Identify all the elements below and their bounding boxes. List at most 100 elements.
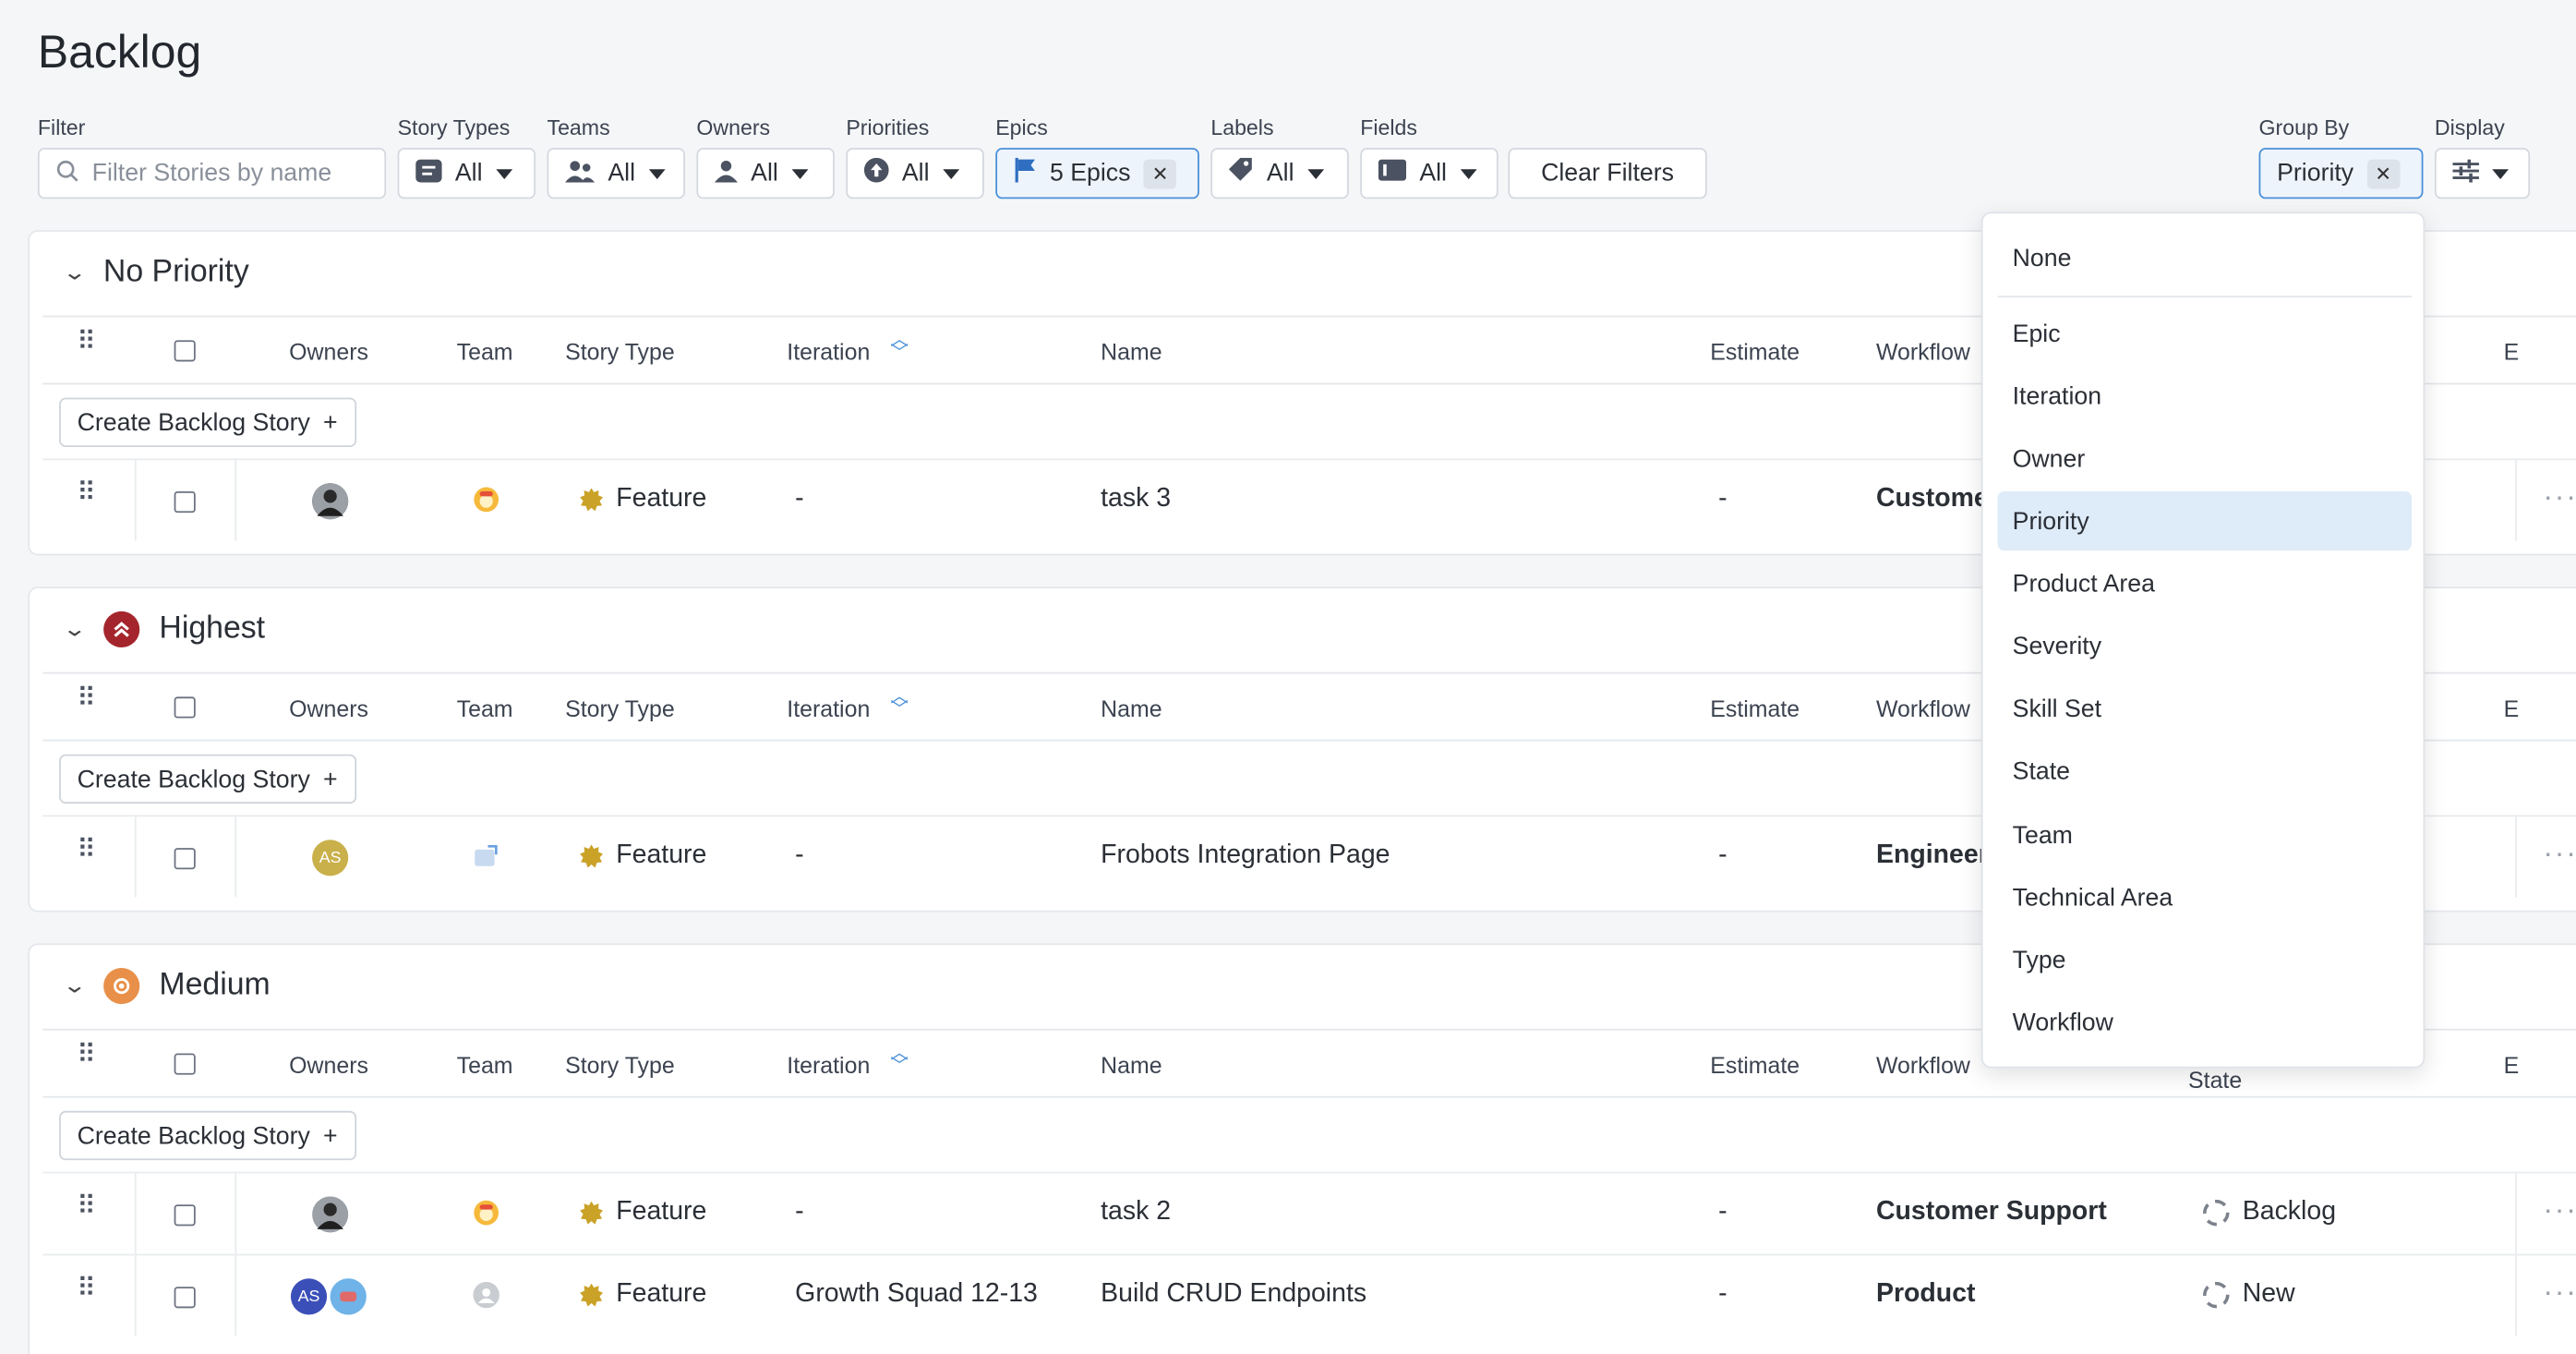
state[interactable]: New xyxy=(2203,1280,2295,1310)
col-iteration[interactable]: Iteration xyxy=(787,1052,870,1078)
group-header[interactable]: ⌄ Highest xyxy=(62,611,265,648)
col-team[interactable]: Team xyxy=(457,695,513,721)
select-all-checkbox[interactable] xyxy=(174,340,196,362)
menu-item-skill-set[interactable]: Skill Set xyxy=(1998,679,2412,738)
col-team[interactable]: Team xyxy=(457,339,513,365)
col-estimate[interactable]: Estimate xyxy=(1710,1052,1800,1078)
drag-handle-icon[interactable]: ⠿ xyxy=(76,838,96,864)
state[interactable]: Backlog xyxy=(2203,1198,2336,1227)
owner-avatar-2[interactable] xyxy=(330,1278,367,1315)
epics-dropdown[interactable]: 5 Epics ✕ xyxy=(995,148,1199,199)
menu-item-state[interactable]: State xyxy=(1998,741,2412,800)
story-types-dropdown[interactable]: All xyxy=(397,148,536,199)
table-row[interactable]: ⠿ Feature - task 2 - Customer Support Ba… xyxy=(42,1171,2576,1254)
select-all-checkbox[interactable] xyxy=(174,1053,196,1075)
drag-handle-icon[interactable]: ⠿ xyxy=(76,686,96,712)
sort-icon[interactable]: ︿ ﹀ xyxy=(890,332,909,363)
owners-dropdown[interactable]: All xyxy=(696,148,835,199)
teams-dropdown[interactable]: All xyxy=(547,148,685,199)
menu-item-type[interactable]: Type xyxy=(1998,930,2412,989)
row-checkbox[interactable] xyxy=(174,491,196,514)
col-e[interactable]: E xyxy=(2504,1052,2520,1078)
menu-item-severity[interactable]: Severity xyxy=(1998,616,2412,675)
create-backlog-story-button[interactable]: Create Backlog Story + xyxy=(59,754,356,804)
sort-icon[interactable]: ︿ ﹀ xyxy=(890,688,909,719)
menu-item-none[interactable]: None xyxy=(1998,228,2412,287)
display-dropdown[interactable] xyxy=(2434,148,2531,199)
owner-avatar[interactable] xyxy=(312,483,349,520)
col-workflow[interactable]: Workflow xyxy=(1876,339,1970,365)
clear-filters-button[interactable]: Clear Filters xyxy=(1508,148,1707,199)
col-team[interactable]: Team xyxy=(457,1052,513,1078)
estimate-value[interactable]: - xyxy=(1718,1198,1727,1227)
owner-avatar[interactable]: AS xyxy=(290,1278,328,1315)
col-story-type[interactable]: Story Type xyxy=(565,695,675,721)
col-e[interactable]: E xyxy=(2504,339,2520,365)
menu-item-product-area[interactable]: Product Area xyxy=(1998,554,2412,613)
create-backlog-story-button[interactable]: Create Backlog Story + xyxy=(59,397,356,447)
iteration-value[interactable]: Growth Squad 12-13 xyxy=(795,1280,1038,1310)
chevron-down-icon[interactable]: ⌄ xyxy=(62,260,87,285)
estimate-value[interactable]: - xyxy=(1718,485,1727,514)
col-owners[interactable]: Owners xyxy=(289,339,368,365)
story-name[interactable]: task 2 xyxy=(1101,1198,1171,1227)
group-header[interactable]: ⌄ Medium xyxy=(62,968,271,1005)
col-estimate[interactable]: Estimate xyxy=(1710,339,1800,365)
menu-item-team[interactable]: Team xyxy=(1998,805,2412,864)
story-name[interactable]: Build CRUD Endpoints xyxy=(1101,1280,1366,1310)
estimate-value[interactable]: - xyxy=(1718,841,1727,871)
menu-item-priority[interactable]: Priority xyxy=(1997,491,2413,551)
sort-icon[interactable]: ︿ ﹀ xyxy=(890,1045,909,1076)
col-iteration[interactable]: Iteration xyxy=(787,339,870,365)
chevron-down-icon[interactable]: ⌄ xyxy=(62,616,87,642)
col-owners[interactable]: Owners xyxy=(289,695,368,721)
clear-group-by-icon[interactable]: ✕ xyxy=(2366,158,2400,188)
more-icon[interactable]: ··· xyxy=(2543,837,2576,871)
group-header[interactable]: ⌄ No Priority xyxy=(62,255,248,291)
estimate-value[interactable]: - xyxy=(1718,1280,1727,1310)
more-icon[interactable]: ··· xyxy=(2543,480,2576,514)
col-workflow[interactable]: Workflow xyxy=(1876,1052,1970,1078)
col-state[interactable]: State xyxy=(2188,1067,2242,1093)
col-owners[interactable]: Owners xyxy=(289,1052,368,1078)
story-name[interactable]: task 3 xyxy=(1101,485,1171,514)
col-story-type[interactable]: Story Type xyxy=(565,339,675,365)
search-input[interactable]: Filter Stories by name xyxy=(37,148,387,199)
row-checkbox[interactable] xyxy=(174,848,196,870)
clear-epics-icon[interactable]: ✕ xyxy=(1143,158,1177,188)
menu-item-epic[interactable]: Epic xyxy=(1998,304,2412,363)
story-name[interactable]: Frobots Integration Page xyxy=(1101,841,1390,871)
col-name[interactable]: Name xyxy=(1101,1052,1162,1078)
drag-handle-icon[interactable]: ⠿ xyxy=(76,330,96,356)
col-e[interactable]: E xyxy=(2504,695,2520,721)
labels-dropdown[interactable]: All xyxy=(1210,148,1349,199)
col-name[interactable]: Name xyxy=(1101,695,1162,721)
col-iteration[interactable]: Iteration xyxy=(787,695,870,721)
owner-avatar[interactable]: AS xyxy=(312,840,349,876)
drag-handle-icon[interactable]: ⠿ xyxy=(76,480,96,506)
chevron-down-icon[interactable]: ⌄ xyxy=(62,973,87,998)
menu-item-owner[interactable]: Owner xyxy=(1998,429,2412,488)
more-icon[interactable]: ··· xyxy=(2543,1193,2576,1227)
col-story-type[interactable]: Story Type xyxy=(565,1052,675,1078)
col-estimate[interactable]: Estimate xyxy=(1710,695,1800,721)
col-name[interactable]: Name xyxy=(1101,339,1162,365)
table-row[interactable]: ⠿ AS Feature Growth Squad 12-13 Build CR… xyxy=(42,1253,2576,1336)
fields-dropdown[interactable]: All xyxy=(1360,148,1499,199)
group-by-dropdown[interactable]: Priority ✕ xyxy=(2258,148,2424,199)
menu-item-technical-area[interactable]: Technical Area xyxy=(1998,867,2412,926)
divider xyxy=(2515,460,2517,541)
create-backlog-story-button[interactable]: Create Backlog Story + xyxy=(59,1110,356,1161)
drag-handle-icon[interactable]: ⠿ xyxy=(76,1043,96,1069)
col-workflow[interactable]: Workflow xyxy=(1876,695,1970,721)
owner-avatar[interactable] xyxy=(312,1196,349,1233)
priorities-dropdown[interactable]: All xyxy=(846,148,984,199)
row-checkbox[interactable] xyxy=(174,1204,196,1227)
select-all-checkbox[interactable] xyxy=(174,696,196,719)
menu-item-workflow[interactable]: Workflow xyxy=(1998,993,2412,1052)
drag-handle-icon[interactable]: ⠿ xyxy=(76,1276,96,1302)
menu-item-iteration[interactable]: Iteration xyxy=(1998,367,2412,426)
drag-handle-icon[interactable]: ⠿ xyxy=(76,1194,96,1220)
row-checkbox[interactable] xyxy=(174,1287,196,1309)
more-icon[interactable]: ··· xyxy=(2543,1275,2576,1310)
